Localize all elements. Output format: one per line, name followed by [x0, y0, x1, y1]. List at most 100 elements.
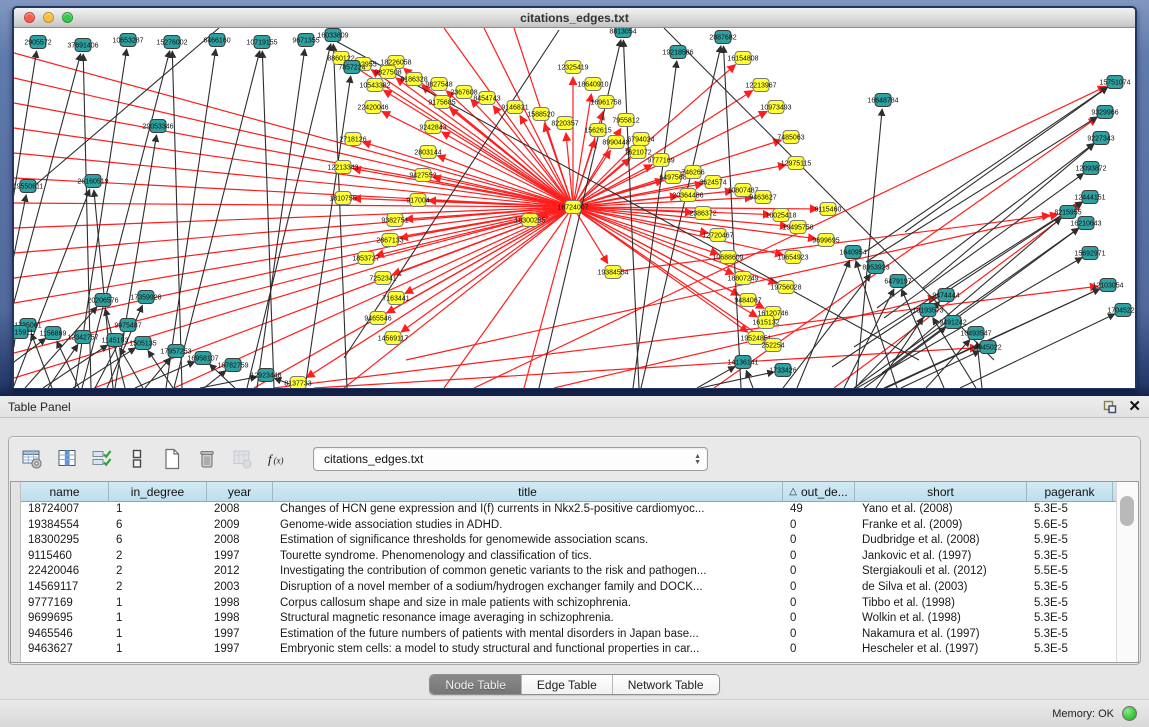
graph-node[interactable]: 8813054	[609, 28, 636, 38]
table-cell[interactable]: 14569117	[21, 580, 109, 596]
table-row[interactable]: 1872400712008Changes of HCN gene express…	[21, 502, 1116, 518]
import-table-icon[interactable]	[229, 446, 255, 472]
delete-icon[interactable]	[194, 446, 220, 472]
function-builder-icon[interactable]: f(x)	[264, 446, 290, 472]
graph-node[interactable]: 10025418	[765, 209, 796, 222]
table-cell[interactable]: 1	[109, 627, 207, 643]
column-header-name[interactable]: name	[21, 482, 109, 501]
table-cell[interactable]: 0	[783, 533, 855, 549]
graph-node[interactable]: 12444151	[1074, 191, 1105, 204]
scrollbar-thumb[interactable]	[1120, 496, 1134, 526]
graph-node[interactable]: 16648784	[867, 94, 898, 107]
table-cell[interactable]: Investigating the contribution of common…	[273, 564, 783, 580]
table-cell[interactable]: de Silva et al. (2003)	[855, 580, 1027, 596]
window-titlebar[interactable]: citations_edges.txt	[14, 8, 1135, 28]
table-cell[interactable]: 0	[783, 627, 855, 643]
table-cell[interactable]: 19384554	[21, 518, 109, 534]
graph-node[interactable]: 10543382	[359, 79, 390, 92]
column-header-out_de[interactable]: △out_de...	[783, 482, 855, 501]
table-row[interactable]: 946554611997Estimation of the future num…	[21, 627, 1116, 643]
graph-node[interactable]: 9227343	[1087, 132, 1114, 145]
table-cell[interactable]: 1998	[207, 596, 273, 612]
graph-node[interactable]: 2803144	[414, 146, 441, 159]
table-cell[interactable]: 5.3E-5	[1027, 627, 1113, 643]
table-row[interactable]: 977716911998Corpus callosum shape and si…	[21, 596, 1116, 612]
table-cell[interactable]: 9465546	[21, 627, 109, 643]
graph-node[interactable]: 12325419	[557, 61, 588, 74]
table-cell[interactable]: 5.9E-5	[1027, 533, 1113, 549]
graph-node[interactable]: 15276002	[156, 36, 187, 49]
graph-node[interactable]: 746266	[681, 166, 704, 179]
graph-node[interactable]: 12093872	[1075, 162, 1106, 175]
table-cell[interactable]: Disruption of a novel member of a sodium…	[273, 580, 783, 596]
graph-node[interactable]: 10653287	[112, 34, 143, 47]
table-cell[interactable]: Estimation of significance thresholds fo…	[273, 533, 783, 549]
graph-node[interactable]: 9242843	[419, 121, 446, 134]
close-window-icon[interactable]	[24, 12, 35, 23]
graph-node[interactable]: 1562615	[584, 124, 611, 137]
column-header-year[interactable]: year	[207, 482, 273, 501]
table-settings-icon[interactable]	[19, 446, 45, 472]
graph-node[interactable]: 9329966	[1091, 106, 1118, 119]
table-cell[interactable]: 1	[109, 611, 207, 627]
network-canvas[interactable]: 8860122891295518226058982750810543382818…	[14, 28, 1135, 388]
graph-node[interactable]: 20206576	[87, 294, 118, 307]
table-column-icon[interactable]	[54, 446, 80, 472]
table-cell[interactable]: 2008	[207, 502, 273, 518]
table-cell[interactable]: 2012	[207, 564, 273, 580]
table-cell[interactable]: Genome-wide association studies in ADHD.	[273, 518, 783, 534]
table-cell[interactable]: 9699695	[21, 611, 109, 627]
table-cell[interactable]: 9777169	[21, 596, 109, 612]
graph-node[interactable]: 7485063	[777, 131, 804, 144]
table-cell[interactable]: Jankovic et al. (1997)	[855, 549, 1027, 565]
table-cell[interactable]: 0	[783, 518, 855, 534]
graph-node[interactable]: 1505135	[129, 337, 156, 350]
table-cell[interactable]: 2	[109, 549, 207, 565]
table-cell[interactable]: 18300295	[21, 533, 109, 549]
graph-node[interactable]: 16210643	[1070, 217, 1101, 230]
table-cell[interactable]: 6	[109, 533, 207, 549]
network-table-select[interactable]: citations_edges.txt ▲▼	[313, 447, 708, 471]
graph-node[interactable]: 10493547	[960, 327, 991, 340]
graph-node[interactable]: 17045224	[1107, 304, 1135, 317]
table-cell[interactable]: 5.3E-5	[1027, 580, 1113, 596]
graph-node[interactable]: 10719155	[246, 36, 277, 49]
table-cell[interactable]: Tibbo et al. (1998)	[855, 596, 1027, 612]
graph-node[interactable]: 6794024	[627, 133, 654, 146]
graph-node[interactable]: 29053346	[142, 120, 173, 133]
graph-node[interactable]: 14569117	[378, 332, 409, 345]
table-row[interactable]: 911546021997Tourette syndrome. Phenomeno…	[21, 549, 1116, 565]
graph-node[interactable]: 18640910	[577, 78, 608, 91]
graph-node[interactable]: 1588520	[527, 108, 554, 121]
new-file-icon[interactable]	[159, 446, 185, 472]
graph-node[interactable]: 12975115	[781, 157, 812, 170]
graph-node[interactable]: 15692971	[1074, 247, 1105, 260]
graph-node[interactable]: 20364486	[672, 189, 703, 202]
table-vertical-scrollbar[interactable]	[1116, 482, 1138, 662]
table-cell[interactable]: 0	[783, 580, 855, 596]
table-cell[interactable]: Stergiakouli et al. (2012)	[855, 564, 1027, 580]
table-cell[interactable]: Hescheler et al. (1997)	[855, 642, 1027, 658]
table-row[interactable]: 2242004622012Investigating the contribut…	[21, 564, 1116, 580]
graph-node[interactable]: 2887682	[709, 31, 736, 44]
zoom-window-icon[interactable]	[62, 12, 73, 23]
table-cell[interactable]: 9463627	[21, 642, 109, 658]
minimize-window-icon[interactable]	[43, 12, 54, 23]
graph-node[interactable]: 9382751	[381, 214, 408, 227]
graph-node[interactable]: 9175685	[428, 96, 455, 109]
table-cell[interactable]: 1997	[207, 642, 273, 658]
table-cell[interactable]: Estimation of the future numbers of pati…	[273, 627, 783, 643]
graph-node[interactable]: 7955812	[612, 114, 639, 127]
table-cell[interactable]: Nakamura et al. (1997)	[855, 627, 1027, 643]
graph-node[interactable]: 2905572	[24, 36, 51, 49]
graph-node[interactable]: 1733426	[769, 364, 796, 377]
table-cell[interactable]: Tourette syndrome. Phenomenology and cla…	[273, 549, 783, 565]
table-cell[interactable]: 1997	[207, 549, 273, 565]
table-row[interactable]: 946362711997Embryonic stem cells: a mode…	[21, 642, 1116, 658]
table-row[interactable]: 1830029562008Estimation of significance …	[21, 533, 1116, 549]
graph-node[interactable]: 19218586	[662, 46, 693, 59]
table-cell[interactable]: Changes of HCN gene expression and I(f) …	[273, 502, 783, 518]
graph-node[interactable]: 917004	[406, 194, 429, 207]
table-cell[interactable]: 2008	[207, 533, 273, 549]
graph-node[interactable]: 10973493	[760, 101, 791, 114]
